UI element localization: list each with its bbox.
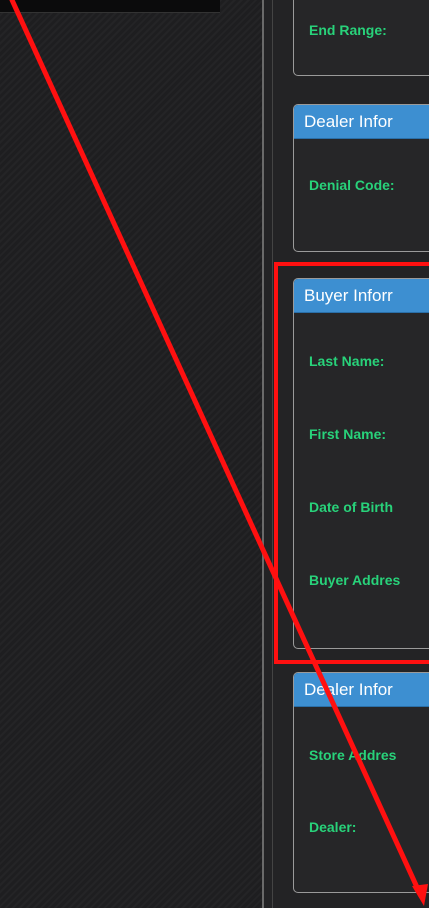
arrow-shaft <box>9 0 424 899</box>
arrow-head <box>412 884 428 906</box>
red-arrow-annotation <box>9 0 428 906</box>
